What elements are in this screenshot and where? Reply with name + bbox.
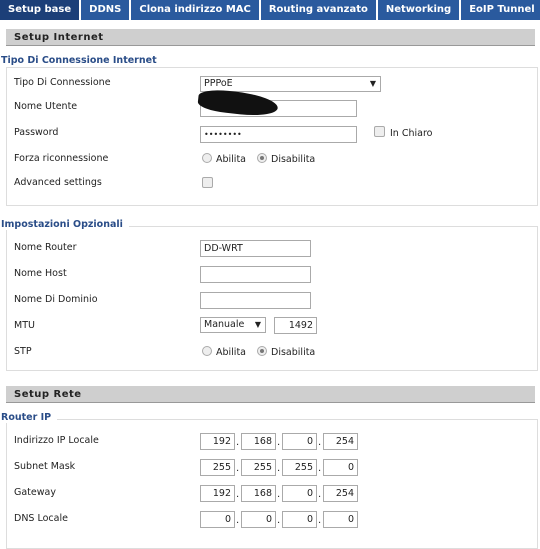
octet-separator: . bbox=[277, 515, 281, 526]
show-password-label: In Chiaro bbox=[390, 128, 433, 139]
octet-separator: . bbox=[236, 463, 240, 474]
tab-advanced-routing[interactable]: Routing avanzato bbox=[261, 0, 378, 20]
dropdown-arrow-icon: ▼ bbox=[369, 79, 376, 88]
ip-row-label: Gateway bbox=[14, 487, 56, 498]
reconnect-label: Forza riconnessione bbox=[14, 153, 109, 164]
advanced-settings-label: Advanced settings bbox=[14, 177, 102, 188]
stp-label: STP bbox=[14, 346, 32, 357]
password-input[interactable]: •••••••• bbox=[200, 126, 357, 143]
stp-disable-radio[interactable] bbox=[257, 346, 268, 356]
ip-octet-input[interactable]: 254 bbox=[323, 433, 358, 450]
octet-separator: . bbox=[318, 463, 322, 474]
disable-label: Disabilita bbox=[271, 154, 316, 165]
ip-octet-input[interactable]: 192 bbox=[200, 433, 235, 450]
legend-router-ip: Router IP bbox=[1, 412, 58, 423]
octet-separator: . bbox=[318, 489, 322, 500]
enable-label: Abilita bbox=[216, 347, 246, 358]
ip-octet-input[interactable]: 168 bbox=[241, 485, 276, 502]
tab-networking[interactable]: Networking bbox=[378, 0, 462, 20]
show-password-checkbox[interactable] bbox=[374, 126, 385, 137]
reconnect-radio-group: Abilita Disabilita bbox=[202, 153, 323, 165]
ip-octet-input[interactable]: 0 bbox=[241, 511, 276, 528]
ip-octet-input[interactable]: 254 bbox=[323, 485, 358, 502]
tab-mac-clone[interactable]: Clona indirizzo MAC bbox=[131, 0, 261, 20]
octet-separator: . bbox=[236, 515, 240, 526]
dropdown-arrow-icon: ▼ bbox=[254, 320, 261, 329]
router-name-input[interactable]: DD-WRT bbox=[200, 240, 311, 257]
section-header-setup-rete: Setup Rete bbox=[6, 386, 535, 403]
router-name-label: Nome Router bbox=[14, 242, 77, 253]
ip-octet-input[interactable]: 0 bbox=[282, 433, 317, 450]
ip-octet-input[interactable]: 0 bbox=[323, 459, 358, 476]
reconnect-enable-radio[interactable] bbox=[202, 153, 212, 163]
domain-name-input[interactable] bbox=[200, 292, 311, 309]
domain-name-label: Nome Di Dominio bbox=[14, 294, 98, 305]
octet-separator: . bbox=[318, 515, 322, 526]
reconnect-disable-radio[interactable] bbox=[257, 153, 268, 163]
password-label: Password bbox=[14, 127, 59, 138]
host-name-label: Nome Host bbox=[14, 268, 67, 279]
stp-enable-radio[interactable] bbox=[202, 346, 212, 356]
advanced-settings-checkbox[interactable] bbox=[202, 177, 213, 188]
ip-octet-input[interactable]: 0 bbox=[282, 511, 317, 528]
stp-radio-group: Abilita Disabilita bbox=[202, 346, 323, 358]
section-header-setup-internet: Setup Internet bbox=[6, 29, 535, 46]
conn-type-select[interactable]: PPPoE ▼ bbox=[200, 76, 381, 92]
host-name-input[interactable] bbox=[200, 266, 311, 283]
mtu-mode-select[interactable]: Manuale ▼ bbox=[200, 317, 266, 333]
tab-bar: Setup base DDNS Clona indirizzo MAC Rout… bbox=[0, 0, 540, 20]
tab-ddns[interactable]: DDNS bbox=[81, 0, 132, 20]
ip-row-label: Subnet Mask bbox=[14, 461, 76, 472]
octet-separator: . bbox=[277, 463, 281, 474]
conn-type-label: Tipo Di Connessione bbox=[14, 77, 111, 88]
ip-octet-input[interactable]: 255 bbox=[282, 459, 317, 476]
ip-octet-input[interactable]: 0 bbox=[282, 485, 317, 502]
conn-type-value: PPPoE bbox=[204, 78, 233, 89]
disable-label: Disabilita bbox=[271, 347, 316, 358]
octet-separator: . bbox=[236, 489, 240, 500]
ip-octet-input[interactable]: 0 bbox=[323, 511, 358, 528]
ip-octet-input[interactable]: 0 bbox=[200, 511, 235, 528]
ip-octet-input[interactable]: 192 bbox=[200, 485, 235, 502]
mtu-mode-value: Manuale bbox=[204, 319, 245, 330]
octet-separator: . bbox=[277, 437, 281, 448]
enable-label: Abilita bbox=[216, 154, 246, 165]
ip-octet-input[interactable]: 255 bbox=[200, 459, 235, 476]
ip-row-label: Indirizzo IP Locale bbox=[14, 435, 99, 446]
octet-separator: . bbox=[277, 489, 281, 500]
mtu-input[interactable]: 1492 bbox=[274, 317, 317, 334]
username-label: Nome Utente bbox=[14, 101, 78, 112]
ip-octet-input[interactable]: 255 bbox=[241, 459, 276, 476]
ip-octet-input[interactable]: 168 bbox=[241, 433, 276, 450]
octet-separator: . bbox=[236, 437, 240, 448]
ip-row-label: DNS Locale bbox=[14, 513, 68, 524]
octet-separator: . bbox=[318, 437, 322, 448]
legend-optional-settings: Impostazioni Opzionali bbox=[1, 219, 129, 230]
legend-connection-type: Tipo Di Connessione Internet bbox=[1, 55, 163, 66]
mtu-label: MTU bbox=[14, 320, 35, 331]
tab-setup-base[interactable]: Setup base bbox=[0, 0, 82, 20]
tab-eoip-tunnel[interactable]: EoIP Tunnel bbox=[461, 0, 540, 20]
